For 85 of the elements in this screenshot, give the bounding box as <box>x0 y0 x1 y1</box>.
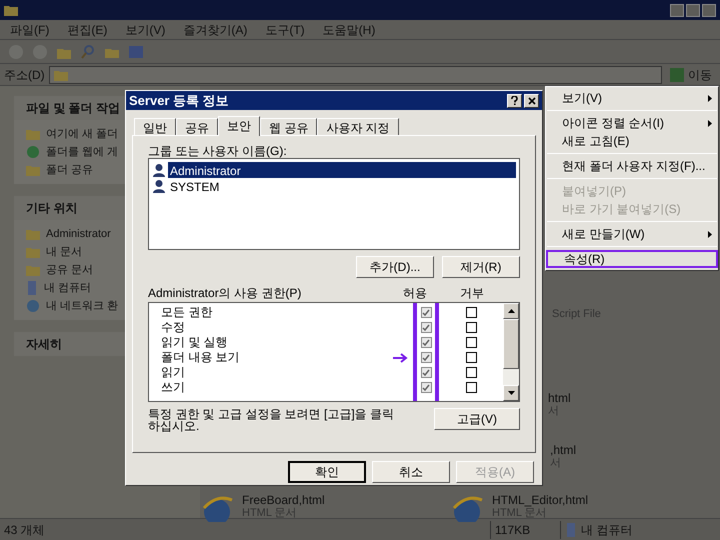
checkbox[interactable] <box>420 307 432 318</box>
folder-icon <box>54 68 68 80</box>
status-zone: 내 컴퓨터 <box>581 522 632 538</box>
status-objects: 43 개체 <box>3 522 46 538</box>
close-icon <box>528 96 536 104</box>
browser-file-icon <box>450 494 484 522</box>
advanced-button[interactable]: 고급(V) <box>434 408 520 430</box>
file-name[interactable]: HTML_Editor,html <box>492 494 588 507</box>
menu-item[interactable]: 즐겨찾기(A) <box>183 20 248 38</box>
menu-item[interactable]: 보기(V) <box>546 89 718 107</box>
menu-item[interactable]: 도움말(H) <box>322 20 376 38</box>
menu-item[interactable]: 속성(R) <box>546 250 718 268</box>
checkbox[interactable] <box>420 322 432 333</box>
checkbox[interactable] <box>466 352 476 363</box>
file-name[interactable]: FreeBoard,html <box>242 494 325 507</box>
task-link[interactable]: 여기에 새 폴더 <box>46 126 118 142</box>
task-link[interactable]: 내 컴퓨터 <box>44 280 92 296</box>
checkbox[interactable] <box>466 382 476 393</box>
checkbox[interactable] <box>420 337 432 348</box>
permission-name: 수정 <box>160 320 186 335</box>
task-link[interactable]: 폴더 공유 <box>46 162 94 178</box>
checkbox[interactable] <box>466 307 476 318</box>
permission-name: 모든 권한 <box>160 305 214 320</box>
tab[interactable]: 일반 <box>134 118 176 135</box>
scroll-up-button[interactable] <box>503 303 519 319</box>
checkbox[interactable] <box>466 322 476 333</box>
permission-name: 쓰기 <box>160 380 186 395</box>
address-label: 주소(D) <box>4 66 45 84</box>
task-link[interactable]: 내 네트워크 환 <box>46 298 118 314</box>
folder-icon <box>26 228 40 240</box>
status-size: 117KB <box>490 520 560 538</box>
maximize-button[interactable] <box>686 4 700 16</box>
checkbox[interactable] <box>466 367 476 378</box>
submenu-arrow-icon <box>708 230 712 238</box>
scroll-thumb[interactable] <box>503 319 519 369</box>
dialog-button[interactable]: 확인 <box>288 461 366 483</box>
permissions-label: Administrator의 사용 권한(P) <box>148 285 302 302</box>
task-link[interactable]: 공유 문서 <box>46 262 94 278</box>
hint-text: 특정 권한 및 고급 설정을 보려면 [고급]을 클릭하십시오. <box>148 408 394 432</box>
scrollbar[interactable] <box>503 303 519 401</box>
user-icon <box>152 179 166 193</box>
down-arrow-icon <box>508 391 514 395</box>
tab[interactable]: 사용자 지정 <box>317 118 399 135</box>
user-list-item[interactable]: SYSTEM <box>168 178 516 194</box>
submenu-arrow-icon <box>708 120 712 126</box>
column-header: 허용 <box>402 285 428 302</box>
menu-item[interactable]: 보기(V) <box>125 20 166 38</box>
remove-button[interactable]: 제거(R) <box>442 256 520 278</box>
address-field[interactable] <box>48 66 662 84</box>
help-button[interactable] <box>507 94 522 108</box>
menu-item[interactable]: 편집(E) <box>67 20 108 38</box>
go-button[interactable]: 이동 <box>666 66 716 84</box>
minimize-button[interactable] <box>670 4 684 16</box>
task-link[interactable]: 폴더를 웹에 게 <box>46 144 118 160</box>
file-name[interactable]: ,html <box>550 444 576 457</box>
users-label: 그룹 또는 사용자 이름(G): <box>148 143 288 158</box>
checkbox[interactable] <box>420 367 432 378</box>
permission-name: 읽기 <box>160 365 186 380</box>
menu-item[interactable]: 새로 고침(E) <box>546 132 718 150</box>
file-name[interactable]: html <box>548 392 571 405</box>
help-icon <box>511 96 518 105</box>
menu-item[interactable]: 도구(T) <box>265 20 305 38</box>
user-list-item[interactable]: Administrator <box>168 162 516 178</box>
task-link[interactable]: 내 문서 <box>46 244 82 260</box>
tab[interactable]: 보안 <box>218 116 260 136</box>
submenu-arrow-icon <box>708 94 712 102</box>
user-icon <box>152 163 166 177</box>
checkbox[interactable] <box>420 352 432 363</box>
menu-item[interactable]: 현재 폴더 사용자 지정(F)... <box>546 157 718 175</box>
folder-icon <box>4 4 18 16</box>
browser-file-icon <box>200 494 234 522</box>
menu-item[interactable]: 새로 만들기(W) <box>546 225 718 243</box>
task-link[interactable]: Administrator <box>46 226 111 242</box>
tab[interactable]: 웹 공유 <box>260 118 318 135</box>
up-arrow-icon <box>508 309 514 313</box>
menu-item[interactable]: 아이콘 정렬 순서(I) <box>546 114 718 132</box>
scroll-down-button[interactable] <box>503 385 519 401</box>
checkbox[interactable] <box>466 337 476 348</box>
dialog-button[interactable]: 취소 <box>372 461 450 483</box>
column-header: 거부 <box>459 285 485 302</box>
menu-item[interactable]: 파일(F) <box>10 20 50 38</box>
checkbox[interactable] <box>420 382 432 393</box>
tab[interactable]: 공유 <box>176 118 218 135</box>
folder-icon <box>26 264 40 276</box>
add-button[interactable]: 추가(D)... <box>356 256 434 278</box>
